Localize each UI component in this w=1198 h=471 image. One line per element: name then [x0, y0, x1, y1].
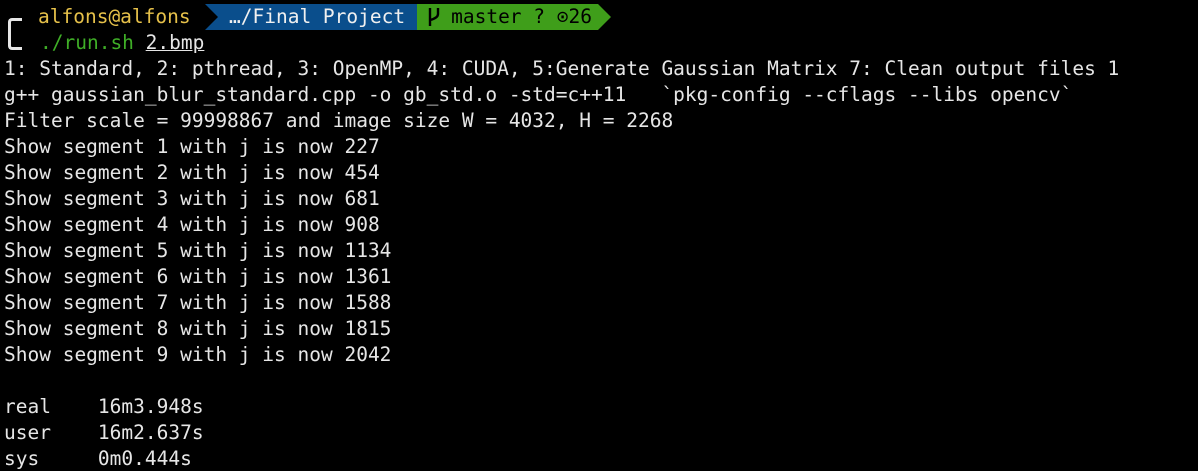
output-line: Show segment 1 with j is now 227: [4, 135, 380, 158]
command-line: ./run.sh 2.bmp: [40, 30, 204, 56]
prompt-user-host: alfons@alfons: [38, 5, 191, 28]
prompt-git-segment: master ? ⊙26: [417, 4, 598, 30]
prompt-path: …/Final Project: [229, 5, 406, 28]
output-line: Show segment 5 with j is now 1134: [4, 239, 392, 262]
output-line: Show segment 7 with j is now 1588: [4, 291, 392, 314]
output-line: Filter scale = 99998867 and image size W…: [4, 109, 674, 132]
terminal-window[interactable]: alfons@alfons …/Final Project master ? ⊙…: [0, 0, 1198, 471]
command-argument[interactable]: 2.bmp: [146, 31, 205, 54]
timing-real: real 16m3.948s: [4, 395, 204, 418]
prompt-bracket-top: [8, 18, 22, 42]
output-line: Show segment 8 with j is now 1815: [4, 317, 392, 340]
output-line: g++ gaussian_blur_standard.cpp -o gb_std…: [4, 83, 1073, 106]
segment-arrow-right: [598, 4, 611, 30]
prompt-path-segment: …/Final Project: [205, 4, 418, 30]
git-branch-icon: [425, 6, 443, 28]
output-line: Show segment 6 with j is now 1361: [4, 265, 392, 288]
segment-arrow-left: [205, 4, 218, 30]
timing-sys: sys 0m0.444s: [4, 447, 192, 470]
command-program: ./run.sh: [40, 31, 134, 54]
timing-user: user 16m2.637s: [4, 421, 204, 444]
output-line: Show segment 9 with j is now 2042: [4, 343, 392, 366]
output-line: Show segment 2 with j is now 454: [4, 161, 380, 184]
output-line: Show segment 4 with j is now 908: [4, 213, 380, 236]
prompt-git-branch: master ? ⊙26: [451, 5, 592, 28]
prompt-bracket-bottom: [8, 42, 22, 50]
output-line: Show segment 3 with j is now 681: [4, 187, 380, 210]
output-line: 1: Standard, 2: pthread, 3: OpenMP, 4: C…: [4, 57, 1120, 80]
prompt-segments: …/Final Project master ? ⊙26: [205, 4, 611, 30]
